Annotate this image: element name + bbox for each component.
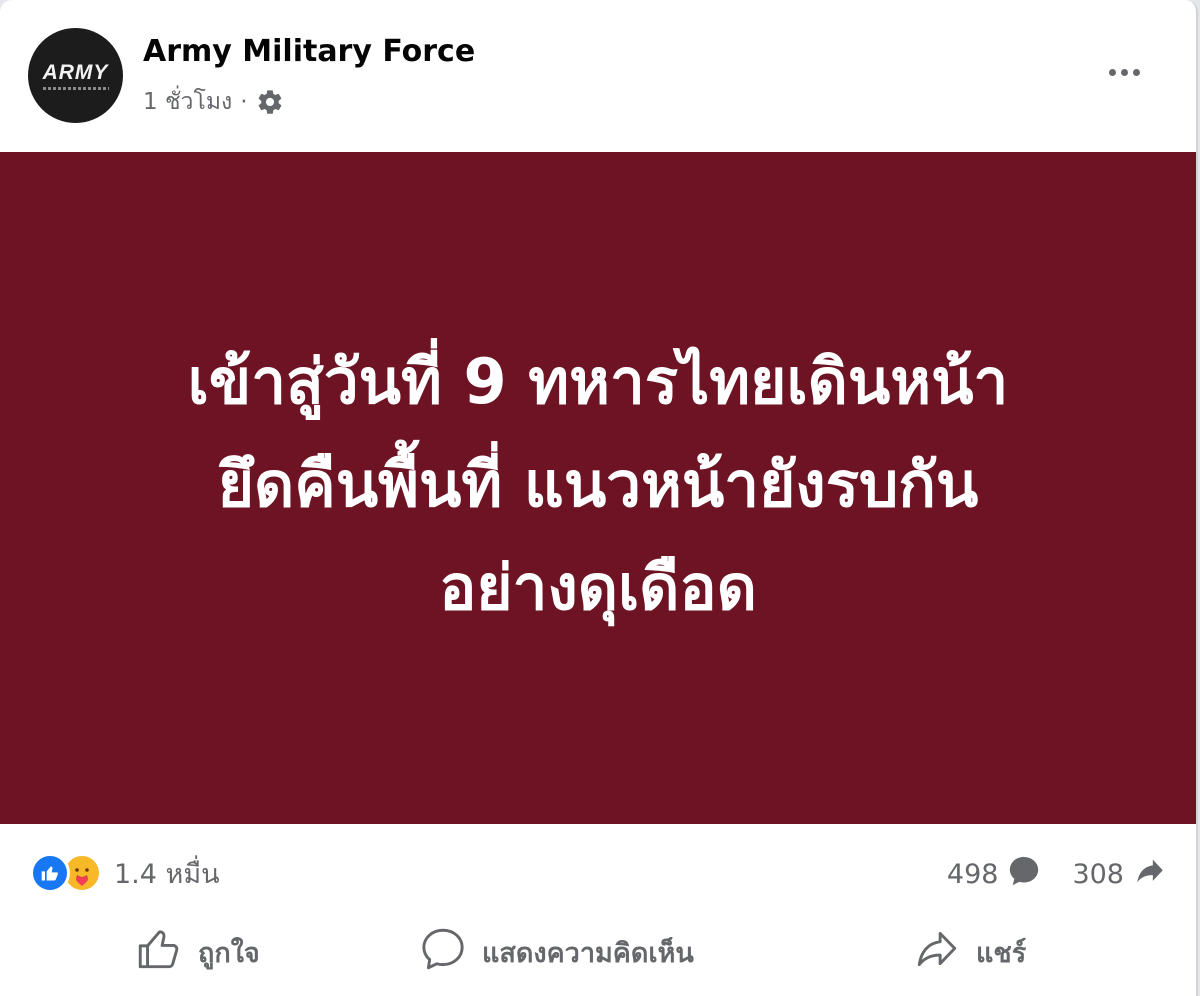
like-reaction-icon <box>30 853 70 893</box>
post-image-line-2: ยึดคืนพื้นที่ แนวหน้ายังรบกัน <box>217 447 979 521</box>
reactions-summary[interactable]: 1.4 หมื่น <box>30 850 220 896</box>
engagement-counts: 498 308 <box>947 854 1168 894</box>
post-image-text: เข้าสู่วันที่ 9 ทหารไทยเดินหน้า ยึดคืนพื… <box>48 330 1148 639</box>
page-name-link[interactable]: Army Military Force <box>143 34 475 69</box>
share-button[interactable]: แชร์ <box>912 924 1026 980</box>
gear-icon[interactable] <box>256 88 284 116</box>
more-dot <box>1132 68 1140 76</box>
action-bar: ถูกใจ แสดงความคิดเห็น แชร์ <box>0 912 1196 996</box>
more-options-icon[interactable] <box>1098 52 1150 92</box>
post-image-line-3: อย่างดุเดือด <box>439 550 757 624</box>
comment-label: แสดงความคิดเห็น <box>482 937 694 969</box>
post-meta: 1 ชั่วโมง · <box>143 84 284 120</box>
avatar-logo-underline <box>42 86 109 90</box>
share-arrow-icon <box>1132 854 1168 895</box>
post-timestamp[interactable]: 1 ชั่วโมง <box>143 84 232 120</box>
share-count: 308 <box>1072 858 1124 890</box>
post-stats: 1.4 หมื่น 498 308 <box>0 840 1196 910</box>
avatar-logo-text: ARMY <box>42 60 109 84</box>
more-dot <box>1120 68 1128 76</box>
comment-icon <box>418 924 468 981</box>
post-image-line-1: เข้าสู่วันที่ 9 ทหารไทยเดินหน้า <box>187 344 1009 418</box>
post-image[interactable]: เข้าสู่วันที่ 9 ทหารไทยเดินหน้า ยึดคืนพื… <box>0 152 1196 824</box>
post-card: ARMY Army Military Force 1 ชั่วโมง · เข้… <box>0 0 1198 996</box>
post-header: ARMY Army Military Force 1 ชั่วโมง · <box>0 0 1196 152</box>
meta-separator: · <box>240 89 248 115</box>
share-icon <box>912 924 962 981</box>
comment-button[interactable]: แสดงความคิดเห็น <box>418 924 694 980</box>
comment-count-group[interactable]: 498 <box>947 854 1043 895</box>
share-count-group[interactable]: 308 <box>1072 854 1168 895</box>
avatar[interactable]: ARMY <box>28 28 123 123</box>
like-label: ถูกใจ <box>198 937 260 969</box>
comment-count: 498 <box>946 858 999 890</box>
thumbs-up-icon <box>134 924 184 981</box>
reaction-count: 1.4 หมื่น <box>114 858 220 890</box>
comment-bubble-icon <box>1006 854 1042 895</box>
share-label: แชร์ <box>976 937 1027 969</box>
like-button[interactable]: ถูกใจ <box>134 924 260 980</box>
more-dot <box>1108 68 1116 76</box>
